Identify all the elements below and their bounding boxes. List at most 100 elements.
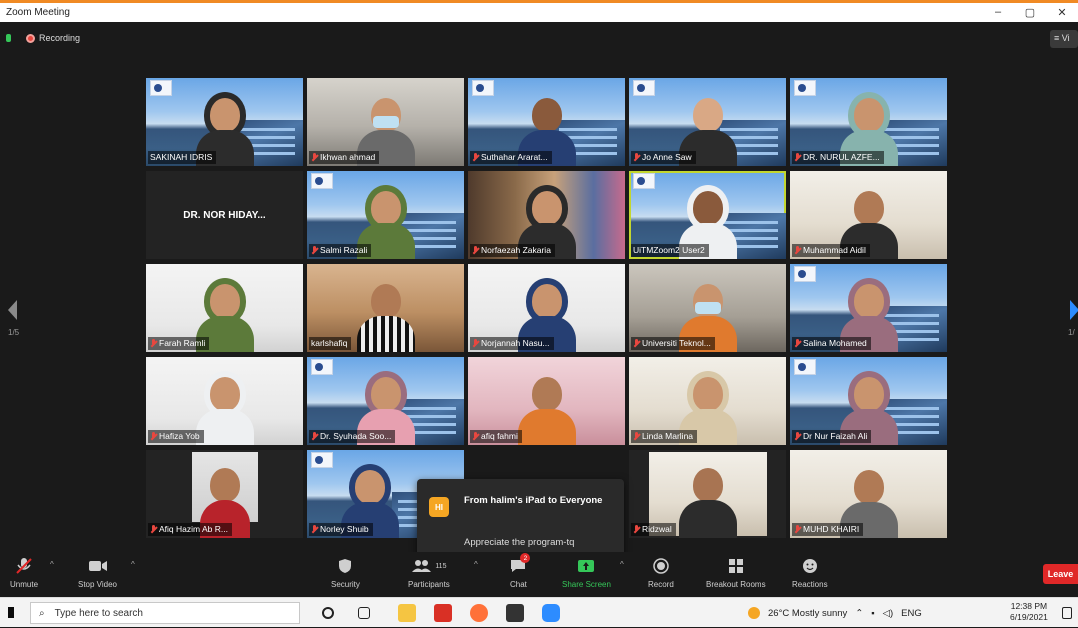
muted-mic-icon (794, 246, 801, 255)
participant-video (356, 278, 415, 352)
video-tile[interactable]: Salina Mohamed (790, 264, 947, 352)
window-titlebar: Zoom Meeting – ▢ ✕ (0, 0, 1078, 22)
acrobat-icon[interactable] (434, 604, 452, 622)
recording-indicator[interactable]: Recording (26, 33, 80, 43)
participant-name: Salina Mohamed (792, 337, 871, 350)
video-tile[interactable]: Ridzwal (629, 450, 786, 538)
reactions-button[interactable]: Reactions (792, 556, 828, 589)
video-tile[interactable]: Ikhwan ahmad (307, 78, 464, 166)
audio-options-chevron-icon[interactable]: ^ (50, 560, 54, 569)
participants-icon: 115 (411, 556, 446, 576)
firefox-icon[interactable] (470, 604, 488, 622)
show-hidden-icons-icon[interactable]: ⌃ (855, 608, 863, 619)
participant-video (200, 462, 250, 538)
view-button[interactable]: ≡ Vi (1050, 30, 1078, 48)
chat-button[interactable]: 2 Chat (510, 553, 531, 589)
breakout-rooms-button[interactable]: Breakout Rooms (706, 556, 766, 589)
participant-name-placeholder: DR. NOR HIDAY... (183, 209, 266, 221)
maximize-button[interactable]: ▢ (1014, 6, 1046, 19)
uitm-logo (311, 452, 333, 468)
record-button[interactable]: Record (648, 556, 674, 589)
muted-mic-icon (311, 153, 318, 162)
video-tile[interactable]: DR. NOR HIDAY... (146, 171, 303, 259)
weather-icon (748, 607, 760, 619)
chat-sender: From halim's iPad to Everyone (464, 495, 603, 506)
participant-name-text: DR. NURUL AZFE... (803, 152, 880, 162)
zoom-app-icon[interactable] (542, 604, 560, 622)
prev-page-arrow-icon[interactable] (8, 300, 17, 320)
participant-name-text: Salina Mohamed (803, 338, 867, 348)
video-tile[interactable]: Dr Nur Faizah Ali (790, 357, 947, 445)
record-label: Record (648, 580, 674, 589)
video-tile[interactable]: Universiti Teknol... (629, 264, 786, 352)
share-screen-button[interactable]: Share Screen (562, 556, 611, 589)
language-indicator[interactable]: ENG (901, 608, 922, 619)
task-view-icon[interactable] (358, 607, 370, 619)
participant-name-text: Ridzwal (642, 524, 672, 534)
volume-icon[interactable]: ◁) (883, 608, 893, 619)
recording-icon (26, 33, 35, 43)
reactions-label: Reactions (792, 580, 828, 589)
participant-name: Ridzwal (631, 523, 676, 536)
chat-notification[interactable]: HI From halim's iPad to Everyone Appreci… (417, 479, 624, 563)
start-button[interactable] (8, 607, 14, 618)
breakout-rooms-icon (728, 556, 744, 576)
share-options-chevron-icon[interactable]: ^ (620, 560, 624, 569)
participants-chevron-icon[interactable]: ^ (474, 560, 478, 569)
network-icon[interactable]: ▪ (871, 608, 874, 619)
notifications-icon[interactable] (1062, 607, 1072, 619)
taskbar-clock[interactable]: 12:38 PM 6/19/2021 (1010, 601, 1048, 623)
participants-button[interactable]: 115 Participants (408, 556, 450, 589)
participant-name: SAKINAH IDRIS (148, 151, 217, 164)
participant-video (679, 462, 737, 538)
participant-name-text: Norfaezah Zakaria (481, 245, 551, 255)
muted-mic-icon (633, 153, 640, 162)
participant-video (195, 371, 254, 445)
video-tile[interactable]: Jo Anne Saw (629, 78, 786, 166)
video-tile-active-speaker[interactable]: UiTMZoom2 User2 (629, 171, 786, 259)
video-tile[interactable]: DR. NURUL AZFE... (790, 78, 947, 166)
video-tile[interactable]: Salmi Razali (307, 171, 464, 259)
close-button[interactable]: ✕ (1046, 6, 1078, 19)
minimize-button[interactable]: – (982, 6, 1014, 19)
uitm-logo (633, 173, 655, 189)
stop-video-button[interactable]: Stop Video (78, 556, 117, 589)
next-page-arrow-icon[interactable] (1070, 300, 1078, 320)
recording-label: Recording (39, 33, 81, 43)
leave-button[interactable]: Leave (1043, 564, 1078, 584)
video-tile[interactable]: Muhammad Aidil (790, 171, 947, 259)
video-tile[interactable]: Dr. Syuhada Soo... (307, 357, 464, 445)
security-button[interactable]: Security (331, 556, 360, 589)
weather-text[interactable]: 26°C Mostly sunny (768, 608, 847, 619)
video-tile[interactable]: karlshafiq (307, 264, 464, 352)
muted-mic-icon (150, 246, 157, 255)
participant-name-text: Jo Anne Saw (642, 152, 692, 162)
cortana-icon[interactable] (322, 607, 334, 619)
taskbar-search[interactable]: ⌕ Type here to search (30, 602, 300, 624)
video-tile[interactable]: Farah Ramli (146, 264, 303, 352)
video-tile[interactable]: Linda Marlina (629, 357, 786, 445)
participant-photo (192, 452, 258, 538)
unmute-button[interactable]: Unmute (10, 556, 38, 589)
video-options-chevron-icon[interactable]: ^ (131, 560, 135, 569)
video-tile[interactable]: Norjannah Nasu... (468, 264, 625, 352)
participant-name-text: Norley Shuib (320, 524, 369, 534)
video-tile[interactable]: Hafiza Yob (146, 357, 303, 445)
participant-name-text: Linda Marlina (642, 431, 694, 441)
video-tile[interactable]: Norfaezah Zakaria (468, 171, 625, 259)
participant-name-text: Hafiza Yob (159, 431, 200, 441)
participant-name: Suthahar Ararat... (470, 151, 552, 164)
video-tile[interactable]: afiq fahmi (468, 357, 625, 445)
muted-mic-icon (472, 246, 479, 255)
participant-name-text: Dr Nur Faizah Ali (803, 431, 868, 441)
participant-video (517, 371, 576, 445)
video-tile[interactable]: Suthahar Ararat... (468, 78, 625, 166)
sticky-notes-icon[interactable] (506, 604, 524, 622)
video-tile[interactable]: MUHD KHAIRI (790, 450, 947, 538)
participant-name: Linda Marlina (631, 430, 698, 443)
file-explorer-icon[interactable] (398, 604, 416, 622)
video-tile[interactable]: SAKINAH IDRIS (146, 78, 303, 166)
video-tile[interactable]: Afiq Hazim Ab R... (146, 450, 303, 538)
muted-mic-icon (311, 525, 318, 534)
participants-label: Participants (408, 580, 450, 589)
